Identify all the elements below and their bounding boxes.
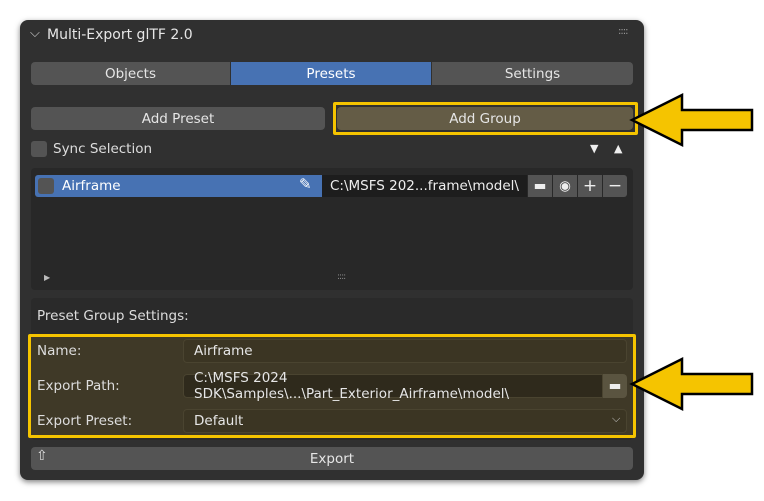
export-button[interactable]: Export — [31, 447, 633, 470]
chevron-down-icon: ⌵ — [612, 412, 621, 425]
add-preset-button[interactable]: Add Preset — [31, 107, 325, 130]
tab-presets[interactable]: Presets — [231, 62, 431, 85]
name-label: Name: — [37, 343, 82, 359]
settings-header: Preset Group Settings: — [37, 308, 189, 324]
add-group-button[interactable]: Add Group — [337, 107, 633, 130]
add-icon[interactable]: + — [578, 175, 602, 197]
export-icon: ⇧ — [36, 448, 48, 464]
drag-handle-icon[interactable]: :::: — [618, 26, 629, 37]
eye-icon[interactable]: ◉ — [553, 175, 577, 197]
export-preset-label: Export Preset: — [37, 413, 133, 429]
export-preset-dropdown[interactable]: Default — [183, 409, 627, 433]
list-item-path[interactable]: C:\MSFS 202...frame\model\ — [322, 175, 527, 197]
export-path-input[interactable]: C:\MSFS 2024 SDK\Samples\...\Part_Exteri… — [183, 370, 603, 402]
resize-handle-icon[interactable]: :::: — [337, 272, 346, 282]
name-input[interactable]: Airframe — [183, 339, 627, 363]
tab-objects[interactable]: Objects — [31, 62, 230, 85]
arrow-pointer-icon — [629, 92, 754, 148]
tab-settings[interactable]: Settings — [432, 62, 633, 85]
move-up-icon[interactable]: ▲ — [614, 142, 622, 155]
folder-icon[interactable]: ▬ — [528, 175, 552, 197]
collapse-chevron-icon[interactable]: ⌵ — [30, 26, 40, 41]
panel-title: Multi-Export glTF 2.0 — [47, 27, 193, 43]
arrow-pointer-icon — [629, 356, 754, 412]
export-path-label: Export Path: — [37, 378, 120, 394]
export-label: Export — [309, 450, 355, 467]
expand-triangle-icon[interactable]: ▶ — [44, 273, 50, 282]
remove-icon[interactable]: − — [603, 175, 627, 197]
folder-icon[interactable]: ▬ — [603, 374, 627, 398]
move-down-icon[interactable]: ▼ — [590, 142, 598, 155]
list-item-checkbox[interactable] — [38, 178, 54, 194]
list-item-name: Airframe — [62, 178, 121, 194]
sync-selection-checkbox[interactable] — [31, 141, 47, 157]
sync-selection-label: Sync Selection — [53, 141, 153, 157]
pencil-icon[interactable]: ✎ — [299, 175, 312, 193]
